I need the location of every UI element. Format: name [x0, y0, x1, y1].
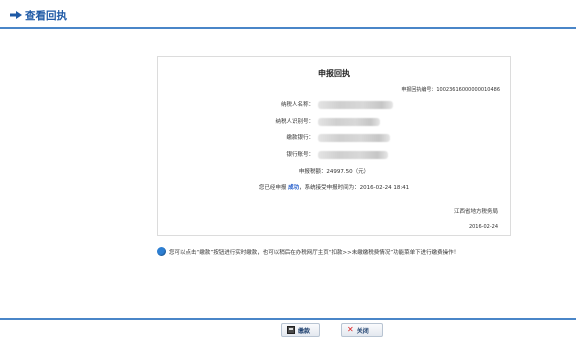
status-success: 成功 [288, 185, 300, 191]
tax-amount-label: 申报税额： [298, 169, 327, 175]
taxpayer-id-value-redacted [318, 118, 380, 126]
account-label: 银行账号： [286, 152, 314, 158]
status-prefix: 您已经申报 [258, 185, 287, 191]
tax-amount-value: 24997.50（元） [326, 169, 370, 175]
taxpayer-name-label: 纳税人名称： [280, 102, 314, 108]
save-disk-icon [287, 326, 295, 334]
payment-notice: 您可以点击“缴款”按钮进行实时缴款，也可以稍后在办税网厅主页“扣款>>未缴缴税费… [157, 247, 511, 260]
footer-divider [0, 318, 576, 320]
receipt-title: 申报回执 [318, 69, 350, 78]
page-header: 查看回执 [0, 0, 576, 30]
close-icon: ✕ [347, 325, 354, 334]
tax-bureau: 江西省地方税务局 [453, 209, 498, 215]
bank-value-redacted [318, 134, 390, 142]
pay-button-label: 缴款 [298, 327, 311, 335]
status-suffix: ，系统接受申报时间为： [299, 185, 360, 191]
taxpayer-name-value-redacted [318, 101, 393, 109]
receipt-number: 申报回执编号：10023616000000010486 [401, 86, 500, 93]
receipt-number-value: 10023616000000010486 [436, 87, 500, 93]
taxpayer-id-label: 纳税人识别号： [275, 119, 314, 125]
notice-text: 您可以点击“缴款”按钮进行实时缴款，也可以稍后在办税网厅主页“扣款>>未缴缴税费… [169, 250, 460, 256]
taxpayer-name-row: 纳税人名称： [158, 100, 510, 110]
bank-label: 缴款银行： [286, 135, 314, 141]
page-title: 查看回执 [25, 10, 67, 22]
receipt-panel: 申报回执 申报回执编号：10023616000000010486 纳税人名称： … [157, 56, 511, 236]
header-divider [0, 27, 576, 29]
tax-amount-line: 申报税额：24997.50（元） [158, 167, 510, 175]
receipt-number-label: 申报回执编号： [401, 87, 437, 93]
info-icon [157, 247, 166, 256]
bank-row: 缴款银行： [158, 133, 510, 143]
taxpayer-id-row: 纳税人识别号： [158, 117, 510, 127]
pay-button[interactable]: 缴款 [281, 323, 320, 337]
status-line: 您已经申报 成功，系统接受申报时间为：2016-02-24 18:41 [158, 183, 510, 191]
accept-time: 2016-02-24 18:41 [359, 185, 410, 191]
close-button[interactable]: ✕ 关闭 [341, 323, 383, 337]
account-row: 银行账号： [158, 150, 510, 160]
account-value-redacted [318, 151, 388, 159]
close-button-label: 关闭 [356, 327, 369, 335]
arrow-right-icon [10, 11, 22, 19]
receipt-date: 2016-02-24 [468, 224, 498, 230]
